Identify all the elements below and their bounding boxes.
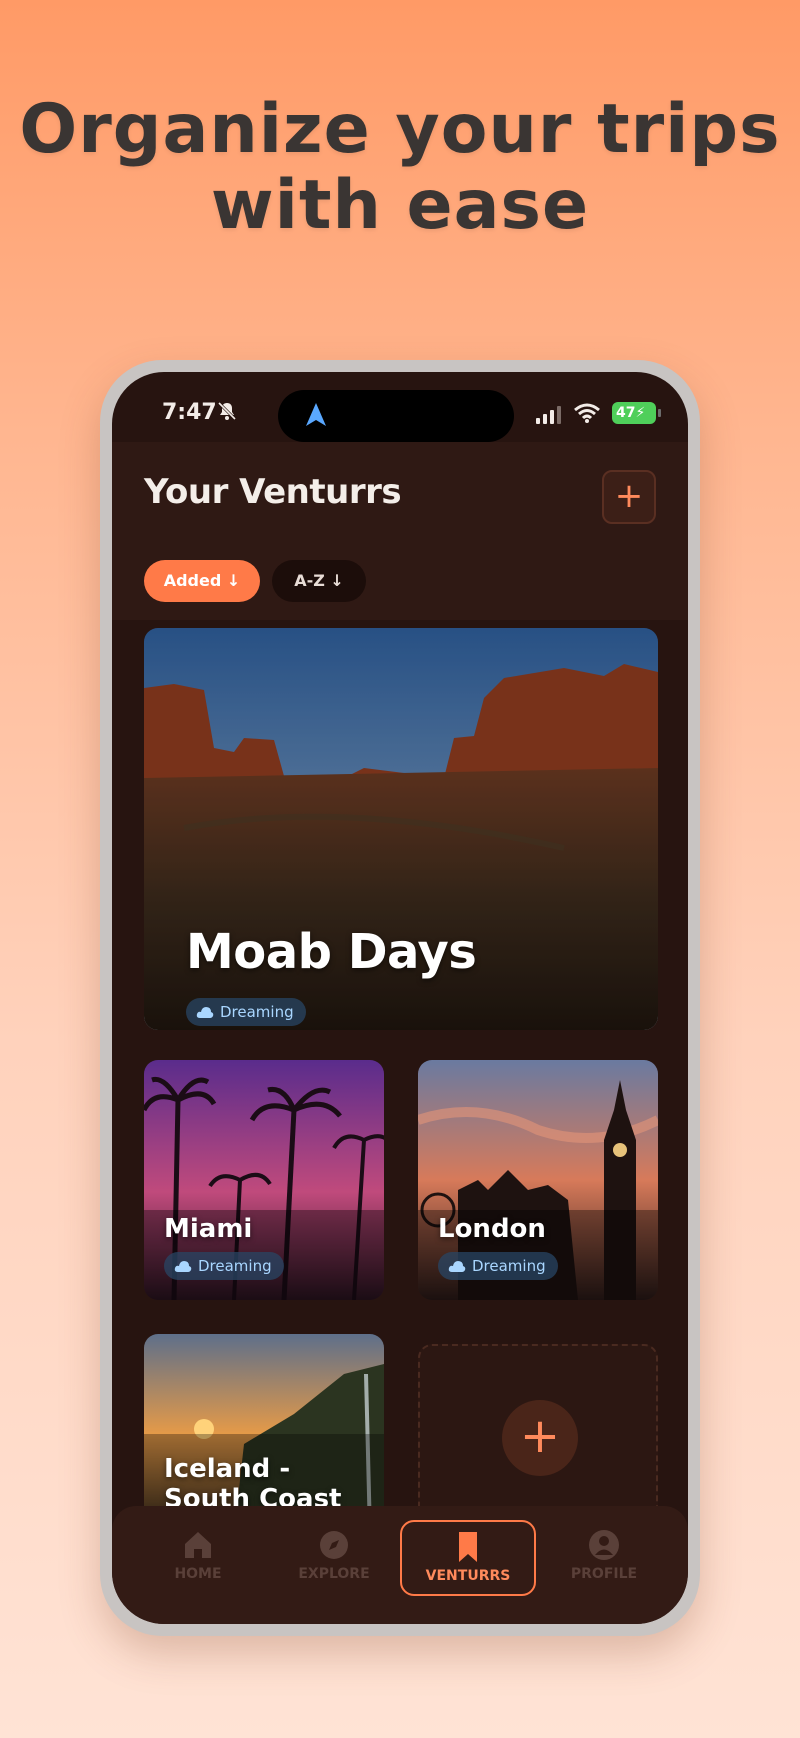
battery-indicator: 47⚡ — [612, 402, 656, 424]
bookmark-icon — [459, 1532, 477, 1562]
cellular-signal-icon — [536, 406, 561, 424]
tab-label: PROFILE — [570, 1566, 638, 1582]
status-time: 7:47 — [162, 400, 217, 425]
trip-name: Moab Days — [186, 924, 477, 980]
cloud-icon — [196, 1007, 214, 1018]
trip-name: London — [438, 1214, 546, 1244]
trip-name: Iceland - South Coast — [164, 1454, 342, 1514]
tab-label: EXPLORE — [298, 1566, 370, 1582]
status-bar: 7:47 47⚡ — [112, 372, 688, 442]
cloud-icon — [174, 1261, 192, 1272]
status-badge: Dreaming — [438, 1252, 558, 1280]
trip-name: Miami — [164, 1214, 253, 1244]
trip-card-miami[interactable]: Miami Dreaming — [144, 1060, 384, 1300]
trip-card-moab[interactable]: Moab Days Dreaming — [144, 628, 658, 1030]
tab-explore[interactable]: EXPLORE — [266, 1520, 402, 1596]
status-label: Dreaming — [198, 1257, 272, 1275]
add-trip-button[interactable]: + — [602, 470, 656, 524]
sort-chip-added[interactable]: Added ↓ — [144, 560, 260, 602]
headline-line-1: Organize your trips — [19, 90, 781, 169]
status-badge: Dreaming — [186, 998, 306, 1026]
trip-card-london[interactable]: London Dreaming — [418, 1060, 658, 1300]
tab-venturrs[interactable]: VENTURRS — [400, 1520, 536, 1596]
bell-muted-icon — [217, 401, 237, 421]
home-icon — [185, 1532, 211, 1558]
tab-label: VENTURRS — [425, 1568, 511, 1584]
dynamic-island — [278, 390, 514, 442]
compass-icon — [320, 1531, 348, 1559]
tab-label: HOME — [174, 1566, 222, 1582]
status-label: Dreaming — [220, 1003, 294, 1021]
phone-frame: 7:47 47⚡ Your Venturrs + Added ↓ A-Z ↓ M… — [100, 360, 700, 1636]
cloud-icon — [448, 1261, 466, 1272]
battery-cap — [658, 409, 661, 417]
phone-screen: 7:47 47⚡ Your Venturrs + Added ↓ A-Z ↓ M… — [112, 372, 688, 1624]
trip-card-iceland[interactable]: Iceland - South Coast — [144, 1334, 384, 1534]
bottom-tab-bar: HOME EXPLORE VENTURRS PROFILE — [112, 1506, 688, 1624]
battery-level: 47 — [616, 405, 636, 421]
status-label: Dreaming — [472, 1257, 546, 1275]
wifi-icon — [574, 403, 600, 423]
page-header: Your Venturrs + Added ↓ A-Z ↓ — [112, 442, 688, 620]
trip-grid[interactable]: Moab Days Dreaming Miami Dreaming London… — [112, 620, 688, 1620]
charging-bolt-icon: ⚡ — [635, 405, 646, 421]
navigation-arrow-icon — [306, 403, 326, 426]
user-icon — [589, 1530, 619, 1560]
headline-line-2: with ease — [210, 166, 590, 245]
marketing-headline: Organize your trips with ease — [0, 92, 800, 244]
page-title: Your Venturrs — [144, 472, 402, 512]
tab-home[interactable]: HOME — [130, 1520, 266, 1596]
status-badge: Dreaming — [164, 1252, 284, 1280]
new-trip-plus-button[interactable]: + — [502, 1400, 578, 1476]
tab-profile[interactable]: PROFILE — [536, 1520, 672, 1596]
sort-chip-a-z[interactable]: A-Z ↓ — [272, 560, 366, 602]
